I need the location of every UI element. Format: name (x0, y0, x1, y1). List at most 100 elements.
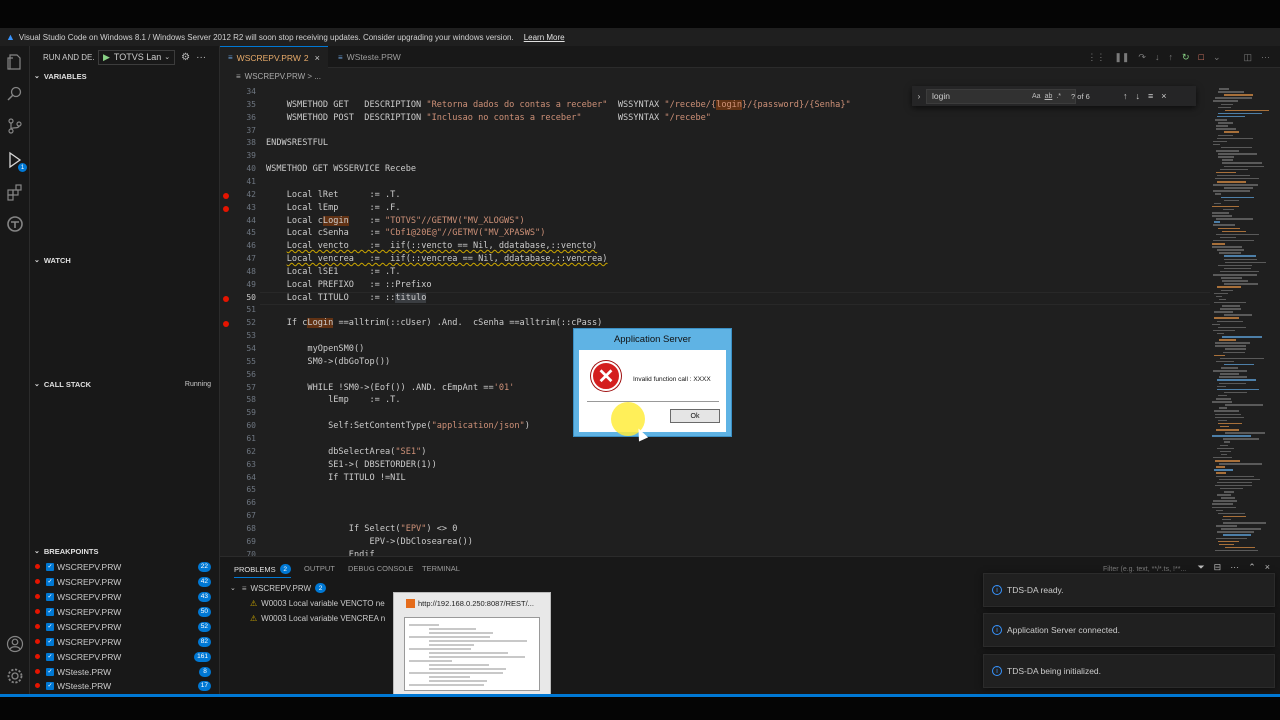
notification-toast[interactable]: i TDS-DA ready. (983, 573, 1275, 607)
explorer-icon[interactable] (5, 52, 25, 72)
checkbox[interactable]: ✓ (46, 607, 54, 616)
code-line[interactable]: Local cSenha := "Cbf1@20E@"//GETMV("MV_X… (266, 228, 546, 238)
chevron-right-icon[interactable]: › (912, 92, 926, 101)
problems-file-row[interactable]: ⌄ ≡ WSCREPV.PRW 2 (230, 581, 327, 595)
step-out-icon[interactable]: ↑ (1168, 52, 1173, 62)
tab-terminal[interactable]: TERMINAL (422, 564, 460, 573)
code-line[interactable]: WSMETHOD POST DESCRIPTION "Inclusao no c… (266, 113, 711, 123)
code-line[interactable]: WHILE !SM0->(Eof()) .AND. cEmpAnt =='01' (266, 383, 514, 393)
checkbox[interactable]: ✓ (46, 652, 54, 661)
regex-toggle[interactable]: .* (1056, 93, 1061, 100)
account-icon[interactable] (5, 634, 25, 654)
breakpoint-item[interactable]: ✓ WSCREPV.PRW 42 (30, 574, 220, 589)
stop-icon[interactable]: □ (1199, 52, 1204, 62)
gear-icon[interactable]: ⚙ (181, 52, 190, 63)
chevron-up-icon[interactable]: ⌃ (1248, 562, 1256, 573)
code-line[interactable]: WSMETHOD GET DESCRIPTION "Retorna dados … (266, 99, 851, 110)
code-line[interactable]: SE1->( DBSETORDER(1)) (266, 460, 437, 470)
learn-more-link[interactable]: Learn More (524, 33, 565, 42)
checkbox[interactable]: ✓ (46, 592, 54, 601)
code-line[interactable]: Local vencto := iif(::vencto == Nil, dda… (266, 241, 597, 251)
tab-debug-console[interactable]: DEBUG CONSOLE (348, 564, 413, 573)
close-icon[interactable]: × (315, 53, 320, 63)
code-line[interactable]: EPV->(DbClosearea()) (266, 537, 473, 547)
totvs-icon[interactable] (5, 214, 25, 234)
match-word-toggle[interactable]: ab (1045, 93, 1053, 100)
source-control-icon[interactable] (5, 116, 25, 136)
checkbox[interactable]: ✓ (46, 681, 54, 690)
problem-item[interactable]: ⚠ W0003 Local variable VENCREA n (250, 611, 385, 625)
breakpoint-item[interactable]: ✓ WSCREPV.PRW 50 (30, 604, 220, 619)
checkbox[interactable]: ✓ (46, 637, 54, 646)
restart-icon[interactable]: ↻ (1182, 52, 1190, 63)
code-line[interactable]: If TITULO !=NIL (266, 473, 406, 483)
code-line[interactable]: Local lSE1 := .T. (266, 267, 401, 277)
split-editor-icon[interactable]: ◫ (1243, 52, 1252, 63)
notification-toast[interactable]: i Application Server connected. (983, 613, 1275, 647)
more-icon[interactable]: ··· (196, 52, 206, 63)
breakpoint-item[interactable]: ✓ WSCREPV.PRW 43 (30, 589, 220, 604)
call-stack-section[interactable]: ⌄ CALL STACK Running (30, 376, 220, 392)
code-line[interactable]: If Select("EPV") <> 0 (266, 524, 458, 534)
code-line[interactable]: Local lRet := .T. (266, 190, 401, 200)
close-icon[interactable]: × (1161, 91, 1166, 101)
code-line[interactable]: Local lEmp := .F. (266, 203, 401, 213)
taskbar-window-preview[interactable]: http://192.168.0.250:8087/REST/... (393, 592, 551, 698)
find-in-selection-icon[interactable]: ≡ (1148, 91, 1153, 101)
code-line[interactable]: Local PREFIXO := ::Prefixo (266, 280, 432, 290)
minimap[interactable] (1210, 84, 1280, 556)
code-line[interactable]: If cLogin ==alltrim(::cUser) .And. cSenh… (266, 318, 602, 329)
checkbox[interactable]: ✓ (46, 562, 54, 571)
code-line[interactable]: myOpenSM0() (266, 344, 364, 354)
extensions-icon[interactable] (5, 182, 25, 202)
problem-item[interactable]: ⚠ W0003 Local variable VENCTO ne (250, 596, 385, 610)
checkbox[interactable]: ✓ (46, 667, 54, 676)
tab-problems[interactable]: PROBLEMS 2 (234, 564, 291, 578)
breakpoint-item[interactable]: ✓ WSCREPV.PRW 22 (30, 559, 220, 574)
arrow-down-icon[interactable]: ↓ (1136, 91, 1141, 101)
checkbox[interactable]: ✓ (46, 622, 54, 631)
pause-icon[interactable]: ❚❚ (1114, 52, 1129, 63)
code-line[interactable]: SM0->(dbGoTop()) (266, 357, 390, 367)
code-line[interactable]: dbSelectArea("SE1") (266, 447, 426, 457)
tab-wscrepv[interactable]: ≡ WSCREPV.PRW 2 × (220, 46, 328, 68)
search-icon[interactable] (5, 84, 25, 104)
step-over-icon[interactable]: ↷ (1138, 52, 1146, 63)
collapse-all-icon[interactable]: ⊟ (1214, 562, 1222, 573)
match-case-toggle[interactable]: Aa (1032, 93, 1041, 100)
code-line[interactable]: Self:SetContentType("application/json") (266, 421, 530, 431)
filter-icon[interactable]: ⏷ (1197, 562, 1204, 573)
arrow-up-icon[interactable]: ↑ (1123, 91, 1128, 101)
code-line[interactable]: Local vencrea := iif(::vencrea == Nil, d… (266, 254, 608, 264)
checkbox[interactable]: ✓ (46, 577, 54, 586)
code-editor[interactable]: 34 35 WSMETHOD GET DESCRIPTION "Retorna d… (220, 84, 1210, 556)
tab-output[interactable]: OUTPUT (304, 564, 335, 573)
start-debug-icon[interactable]: ▶ (103, 52, 110, 63)
code-line[interactable]: WSMETHOD GET WSSERVICE Recebe (266, 164, 416, 174)
breakpoint-item[interactable]: ✓ WSteste.PRW 8 (30, 664, 220, 679)
launch-config-select[interactable]: ▶ TOTVS Lan ⌄ (98, 49, 176, 65)
close-icon[interactable]: × (1265, 562, 1270, 573)
breadcrumb-path[interactable]: WSCREPV.PRW > ... (245, 72, 321, 81)
notification-toast[interactable]: i TDS-DA being initialized. (983, 654, 1275, 688)
code-line[interactable]: lEmp := .T. (266, 395, 400, 405)
chevron-down-icon[interactable]: ⌄ (1213, 52, 1221, 63)
code-line[interactable]: Local TITULO := ::titulo (266, 292, 427, 303)
breakpoint-item[interactable]: ✓ WSteste.PRW 17 (30, 678, 220, 693)
more-icon[interactable]: ··· (1230, 562, 1239, 573)
breakpoint-item[interactable]: ✓ WSCREPV.PRW 161 (30, 649, 220, 664)
run-debug-icon[interactable]: 1 (5, 150, 27, 172)
code-line[interactable]: ENDWSRESTFUL (266, 138, 328, 148)
variables-section[interactable]: ⌄ VARIABLES (30, 68, 220, 84)
more-icon[interactable]: ··· (1261, 52, 1270, 62)
watch-section[interactable]: ⌄ WATCH (30, 252, 220, 268)
settings-gear-icon[interactable] (5, 666, 25, 686)
code-line[interactable]: Local cLogin := "TOTVS"//GETMV("MV_XLOGW… (266, 215, 525, 226)
breakpoints-section[interactable]: ⌄ BREAKPOINTS (30, 543, 220, 559)
step-into-icon[interactable]: ↓ (1155, 52, 1160, 62)
ok-button[interactable]: Ok (670, 409, 720, 423)
breakpoint-item[interactable]: ✓ WSCREPV.PRW 82 (30, 634, 220, 649)
tab-wsteste[interactable]: ≡ WSteste.PRW (330, 46, 409, 68)
breakpoint-item[interactable]: ✓ WSCREPV.PRW 52 (30, 619, 220, 634)
drag-handle-icon[interactable]: ⋮⋮ (1087, 52, 1105, 63)
